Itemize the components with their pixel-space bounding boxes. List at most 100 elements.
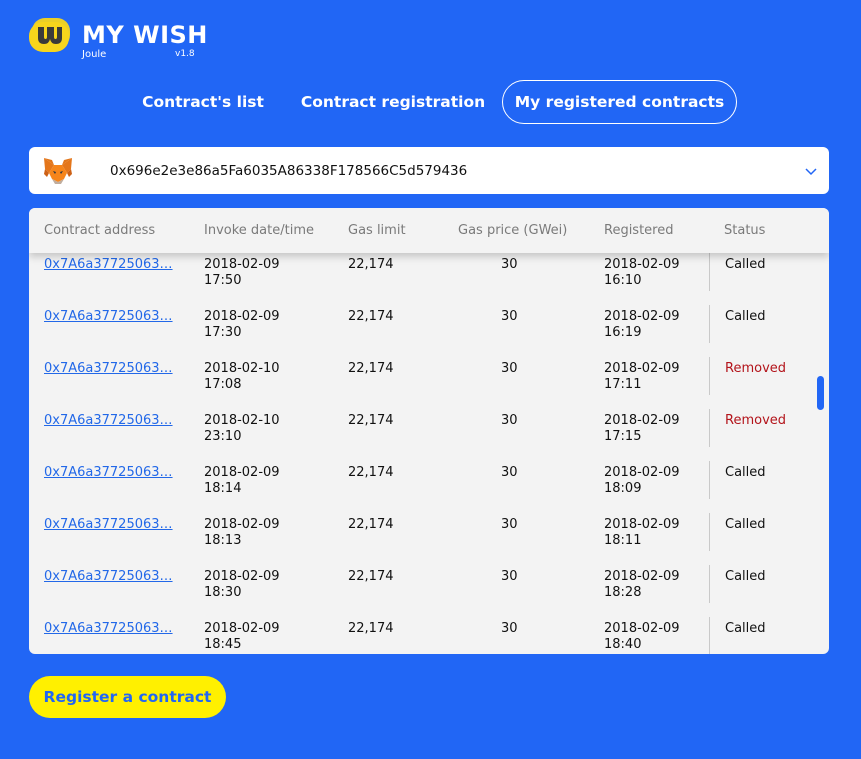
column-header-status[interactable]: Status (724, 208, 765, 253)
gas-price: 30 (501, 517, 518, 532)
table-row: 0x7A6a37725063… 2018-02-10 23:10 22,174 … (29, 409, 829, 461)
invoke-time: 17:30 (204, 325, 242, 340)
status-text: Called (725, 465, 766, 480)
gas-price: 30 (501, 361, 518, 376)
gas-limit: 22,174 (348, 621, 394, 636)
gas-limit: 22,174 (348, 465, 394, 480)
column-divider (709, 617, 710, 654)
column-header-registered[interactable]: Registered (604, 208, 674, 253)
registered-date: 2018-02-09 (604, 361, 680, 376)
registered-date: 2018-02-09 (604, 309, 680, 324)
table-row: 0x7A6a37725063… 2018-02-09 18:14 22,174 … (29, 461, 829, 513)
tab-contracts-list[interactable]: Contract's list (138, 80, 268, 124)
invoke-time: 18:45 (204, 637, 242, 652)
invoke-date: 2018-02-09 (204, 309, 280, 324)
gas-limit: 22,174 (348, 517, 394, 532)
gas-limit: 22,174 (348, 309, 394, 324)
table-row: 0x7A6a37725063… 2018-02-09 18:45 22,174 … (29, 617, 829, 654)
invoke-date: 2018-02-10 (204, 413, 280, 428)
invoke-date: 2018-02-09 (204, 517, 280, 532)
column-divider (709, 409, 710, 447)
invoke-time: 17:50 (204, 273, 242, 288)
registered-time: 17:11 (604, 377, 642, 392)
registered-date: 2018-02-09 (604, 413, 680, 428)
contract-address-link[interactable]: 0x7A6a37725063… (44, 465, 173, 481)
table-row: 0x7A6a37725063… 2018-02-09 18:13 22,174 … (29, 513, 829, 565)
column-divider (709, 565, 710, 603)
contract-address-link[interactable]: 0x7A6a37725063… (44, 621, 173, 637)
invoke-date: 2018-02-09 (204, 465, 280, 480)
registered-contracts-table: 0x7A6a37725063… 2018-02-09 17:50 22,174 … (29, 208, 829, 654)
table-row: 0x7A6a37725063… 2018-02-09 17:50 22,174 … (29, 253, 829, 305)
gas-limit: 22,174 (348, 257, 394, 272)
invoke-time: 17:08 (204, 377, 242, 392)
contract-address-link[interactable]: 0x7A6a37725063… (44, 413, 173, 429)
gas-price: 30 (501, 413, 518, 428)
metamask-fox-icon (44, 158, 72, 184)
column-header-gas-price[interactable]: Gas price (GWei) (458, 208, 567, 253)
registered-time: 18:09 (604, 481, 642, 496)
table-scrollbar[interactable] (817, 376, 824, 410)
invoke-date: 2018-02-10 (204, 361, 280, 376)
wallet-address: 0x696e2e3e86a5Fa6035A86338F178566C5d5794… (110, 162, 468, 179)
gas-limit: 22,174 (348, 413, 394, 428)
brand-subtitle: Joule (82, 49, 107, 60)
gas-price: 30 (501, 309, 518, 324)
invoke-time: 18:30 (204, 585, 242, 600)
tab-contract-registration[interactable]: Contract registration (301, 80, 485, 124)
contract-address-link[interactable]: 0x7A6a37725063… (44, 257, 173, 273)
status-text: Called (725, 517, 766, 532)
brand-logo[interactable]: MY WISH Joule v1.8 (29, 18, 207, 62)
column-divider (709, 461, 710, 499)
chevron-down-icon[interactable] (805, 166, 817, 176)
registered-time: 16:10 (604, 273, 642, 288)
status-text: Called (725, 569, 766, 584)
column-header-invoke[interactable]: Invoke date/time (204, 208, 314, 253)
column-divider (709, 305, 710, 343)
mywish-logo-icon (29, 18, 70, 52)
registered-date: 2018-02-09 (604, 569, 680, 584)
table-row: 0x7A6a37725063… 2018-02-10 17:08 22,174 … (29, 357, 829, 409)
register-contract-button[interactable]: Register a contract (29, 676, 226, 718)
registered-time: 18:40 (604, 637, 642, 652)
gas-limit: 22,174 (348, 569, 394, 584)
registered-date: 2018-02-09 (604, 257, 680, 272)
registered-date: 2018-02-09 (604, 465, 680, 480)
column-header-gas-limit[interactable]: Gas limit (348, 208, 406, 253)
status-text: Called (725, 309, 766, 324)
invoke-date: 2018-02-09 (204, 569, 280, 584)
tab-my-registered-contracts[interactable]: My registered contracts (502, 80, 737, 124)
column-divider (709, 513, 710, 551)
invoke-time: 18:13 (204, 533, 242, 548)
invoke-date: 2018-02-09 (204, 621, 280, 636)
registered-date: 2018-02-09 (604, 621, 680, 636)
contract-address-link[interactable]: 0x7A6a37725063… (44, 309, 173, 325)
contract-address-link[interactable]: 0x7A6a37725063… (44, 517, 173, 533)
gas-price: 30 (501, 257, 518, 272)
registered-time: 18:11 (604, 533, 642, 548)
invoke-time: 18:14 (204, 481, 242, 496)
table-header: Contract address Invoke date/time Gas li… (29, 208, 829, 253)
invoke-date: 2018-02-09 (204, 257, 280, 272)
gas-price: 30 (501, 465, 518, 480)
gas-limit: 22,174 (348, 361, 394, 376)
registered-date: 2018-02-09 (604, 517, 680, 532)
table-row: 0x7A6a37725063… 2018-02-09 18:30 22,174 … (29, 565, 829, 617)
contract-address-link[interactable]: 0x7A6a37725063… (44, 361, 173, 377)
brand-version: v1.8 (175, 49, 195, 59)
brand-title: MY WISH (82, 21, 208, 49)
column-divider (709, 357, 710, 395)
registered-time: 17:15 (604, 429, 642, 444)
registered-time: 16:19 (604, 325, 642, 340)
column-header-address[interactable]: Contract address (44, 208, 155, 253)
table-row: 0x7A6a37725063… 2018-02-09 17:30 22,174 … (29, 305, 829, 357)
wallet-select[interactable]: 0x696e2e3e86a5Fa6035A86338F178566C5d5794… (29, 147, 829, 194)
column-divider (709, 253, 710, 291)
status-text: Called (725, 257, 766, 272)
invoke-time: 23:10 (204, 429, 242, 444)
status-text: Called (725, 621, 766, 636)
gas-price: 30 (501, 621, 518, 636)
contract-address-link[interactable]: 0x7A6a37725063… (44, 569, 173, 585)
status-text: Removed (725, 361, 787, 376)
gas-price: 30 (501, 569, 518, 584)
